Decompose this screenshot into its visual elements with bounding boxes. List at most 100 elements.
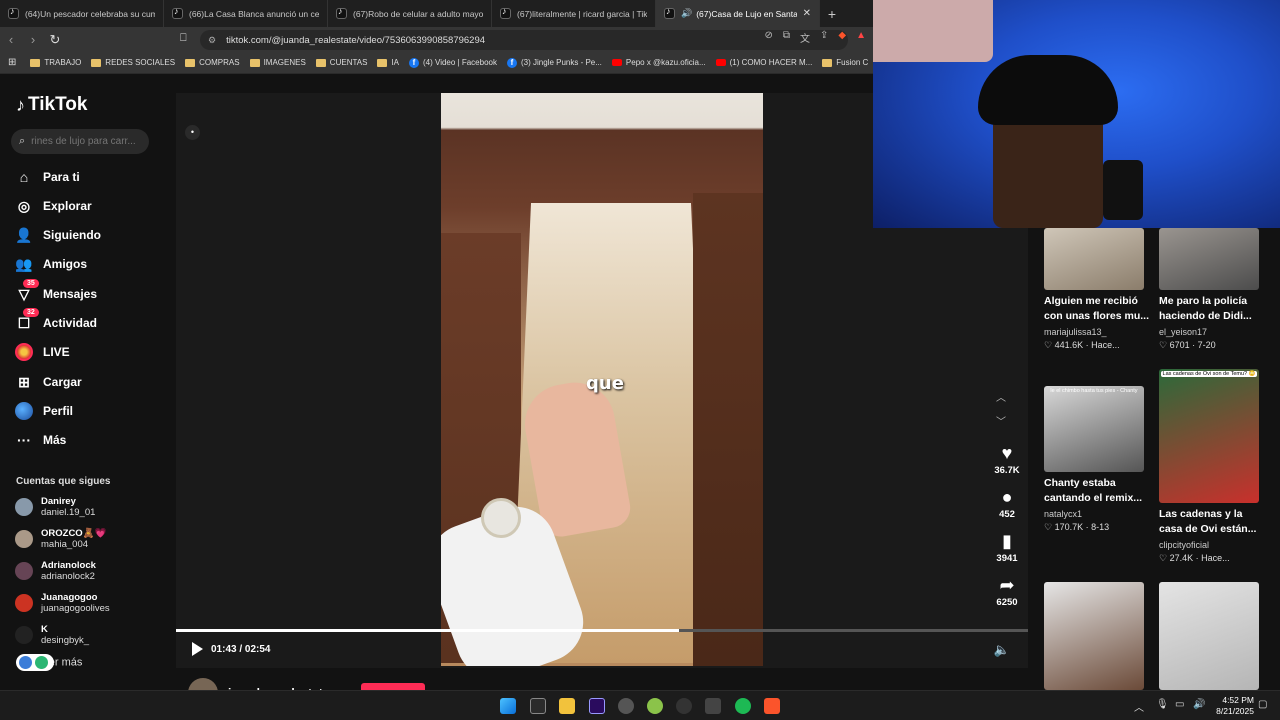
followed-account[interactable]: Danirey daniel.19_01 (15, 496, 95, 518)
windows-start-icon[interactable] (500, 698, 516, 714)
no-cookies-icon[interactable]: ⊘ (764, 30, 772, 45)
chevron-down-icon[interactable]: ﹀ (996, 413, 1006, 428)
tiktok-logo[interactable]: ♪ TikTok (16, 94, 87, 116)
followed-account[interactable]: Kdesingbyk_ (15, 624, 89, 646)
video-title[interactable]: Me paro la policía haciendo de Didi... (1159, 294, 1265, 324)
comment-action[interactable]: ● 452 (987, 487, 1027, 520)
video-title[interactable]: Alguien me recibió con unas flores mu... (1044, 294, 1150, 324)
nav-cargar[interactable]: ⊞ Cargar (15, 373, 82, 391)
brave-browser-icon[interactable] (764, 698, 780, 714)
save-action[interactable]: ▮ 3941 (987, 531, 1027, 564)
browser-tab-active[interactable]: 🔊(67)Casa de Lujo en Santa An✕ (656, 0, 820, 27)
browser-tab[interactable]: (67)literalmente | ricard garcia | TikTo (492, 0, 656, 27)
video-thumbnail[interactable]: Las cadenas de Ovi son de Temu? 😳 (1159, 369, 1259, 503)
nav-perfil[interactable]: Perfil (15, 402, 73, 420)
nav-siguiendo[interactable]: 👤 Siguiendo (15, 226, 101, 244)
recommended-video[interactable]: Alguien me recibió con unas flores mu...… (1044, 228, 1150, 351)
video-author[interactable]: mariajulissa13_ (1044, 327, 1150, 337)
followed-account[interactable]: Adrianolock adrianolock2 (15, 560, 96, 582)
followed-account[interactable]: Juanagogoo juanagogoolives (15, 592, 110, 614)
search-box[interactable]: ⌕ (11, 129, 149, 154)
microphone-icon[interactable]: 🎙 (1156, 699, 1169, 710)
recommended-video[interactable]: le el chimbo hasta tus pies - Chanty Chan… (1044, 386, 1150, 533)
recommended-video[interactable]: Me paro la policía haciendo de Didi... el… (1159, 228, 1265, 351)
bookmark-item[interactable]: (1) COMO HACER M... (715, 58, 812, 68)
chevron-up-icon[interactable]: ︿ (996, 389, 1006, 404)
video-author[interactable]: el_yeison17 (1159, 327, 1265, 337)
forward-icon[interactable]: › (22, 32, 44, 47)
video-author[interactable]: clipcityoficial (1159, 540, 1265, 550)
video-title[interactable]: Las cadenas y la casa de Ovi están... (1159, 507, 1265, 537)
like-action[interactable]: ♥ 36.7K (987, 443, 1027, 476)
bookmark-item[interactable]: f (4) Video | Facebook (409, 57, 497, 68)
app-icon[interactable] (676, 698, 692, 714)
browser-tab[interactable]: (64)Un pescador celebraba su cumpl (0, 0, 164, 27)
video-thumbnail[interactable] (1159, 582, 1259, 690)
video-thumbnail[interactable] (1044, 582, 1144, 690)
tray-expand-icon[interactable]: ︿ (1134, 699, 1144, 714)
speaker-icon[interactable]: 🔊 (1193, 699, 1205, 710)
nav-mas[interactable]: ··· Más (15, 431, 66, 449)
bookmark-item[interactable]: REDES SOCIALES (91, 58, 175, 68)
nav-actividad[interactable]: ☐ 32 Actividad (15, 308, 97, 332)
heart-icon[interactable]: ♥ (987, 443, 1027, 465)
nav-para-ti[interactable]: ⌂ Para ti (15, 168, 80, 186)
comment-icon[interactable]: ● (987, 487, 1027, 509)
file-explorer-icon[interactable] (559, 698, 575, 714)
share-action[interactable]: ➦ 6250 (987, 575, 1027, 608)
network-icon[interactable]: ▭ (1175, 699, 1184, 710)
open-external-icon[interactable]: ⧉ (783, 30, 790, 45)
bookmark-item[interactable]: CUENTAS (315, 58, 367, 68)
xbox-icon[interactable] (647, 698, 663, 714)
bookmark-save-icon[interactable]: ▮ (987, 531, 1027, 553)
bookmark-item[interactable]: Fusion C (822, 58, 868, 68)
spotify-icon[interactable] (735, 698, 751, 714)
brave-shield-icon[interactable]: ◆ (838, 30, 846, 45)
bookmark-item[interactable]: TRABAJO (30, 58, 81, 68)
bookmark-item[interactable]: IMAGENES (249, 58, 306, 68)
recommended-video[interactable] (1044, 582, 1150, 690)
recommended-video[interactable]: Las cadenas de Ovi son de Temu? 😳 Las cad… (1159, 369, 1265, 564)
video-author[interactable]: natalycx1 (1044, 509, 1150, 519)
notifications-icon[interactable]: ▢ (1258, 699, 1267, 710)
video-menu-icon[interactable]: • (185, 125, 200, 140)
video-progress-bar[interactable] (176, 629, 1028, 632)
volume-icon[interactable]: 🔈 (994, 642, 1010, 658)
bookmark-item[interactable]: IA (377, 58, 399, 68)
brave-rewards-icon[interactable]: ▲ (856, 30, 866, 45)
reload-icon[interactable]: ↻ (44, 32, 66, 48)
recommended-video[interactable] (1159, 582, 1265, 690)
play-icon[interactable] (192, 642, 203, 656)
followed-account[interactable]: OROZCO🧸💗 mahia_004 (15, 528, 106, 550)
site-info-icon[interactable]: ⚙ (208, 35, 216, 46)
bookmark-item[interactable]: COMPRAS (185, 58, 240, 68)
nav-explorar[interactable]: ◎ Explorar (15, 197, 92, 215)
video-thumbnail[interactable]: le el chimbo hasta tus pies - Chanty (1044, 386, 1144, 472)
terminal-icon[interactable] (705, 698, 721, 714)
obs-icon[interactable] (618, 698, 634, 714)
bookmark-item[interactable]: Pepo x @kazu.oficia... (611, 58, 706, 68)
system-clock[interactable]: 4:52 PM 8/21/2025 (1216, 695, 1254, 717)
share-icon[interactable]: ⇪ (820, 30, 828, 45)
translate-icon[interactable]: 文 (800, 30, 810, 45)
video-title[interactable]: Chanty estaba cantando el remix... (1044, 476, 1150, 506)
apps-icon[interactable]: ⊞ (8, 57, 16, 68)
video-thumbnail[interactable] (1044, 228, 1144, 290)
new-tab-button[interactable]: + (820, 6, 844, 22)
premiere-pro-icon[interactable] (589, 698, 605, 714)
video-thumbnail[interactable] (1159, 228, 1259, 290)
see-more-link[interactable]: Ver más (16, 654, 82, 671)
browser-tab[interactable]: (67)Robo de celular a adulto mayor e (328, 0, 492, 27)
share-arrow-icon[interactable]: ➦ (987, 575, 1027, 597)
nav-amigos[interactable]: 👥 Amigos (15, 255, 87, 273)
bookmark-item[interactable]: f (3) Jingle Punks - Pe... (506, 57, 602, 68)
nav-live[interactable]: LIVE (15, 343, 70, 361)
search-input[interactable] (31, 136, 140, 147)
search-icon[interactable]: ⌕ (19, 135, 25, 148)
bookmark-icon[interactable]: ⎕ (180, 32, 187, 45)
back-icon[interactable]: ‹ (0, 32, 22, 47)
address-bar[interactable]: ⚙ tiktok.com/@juanda_realestate/video/75… (200, 30, 848, 50)
epic-games-icon[interactable] (530, 698, 546, 714)
close-tab-icon[interactable]: ✕ (803, 8, 811, 19)
video-frame[interactable]: que (441, 93, 763, 666)
